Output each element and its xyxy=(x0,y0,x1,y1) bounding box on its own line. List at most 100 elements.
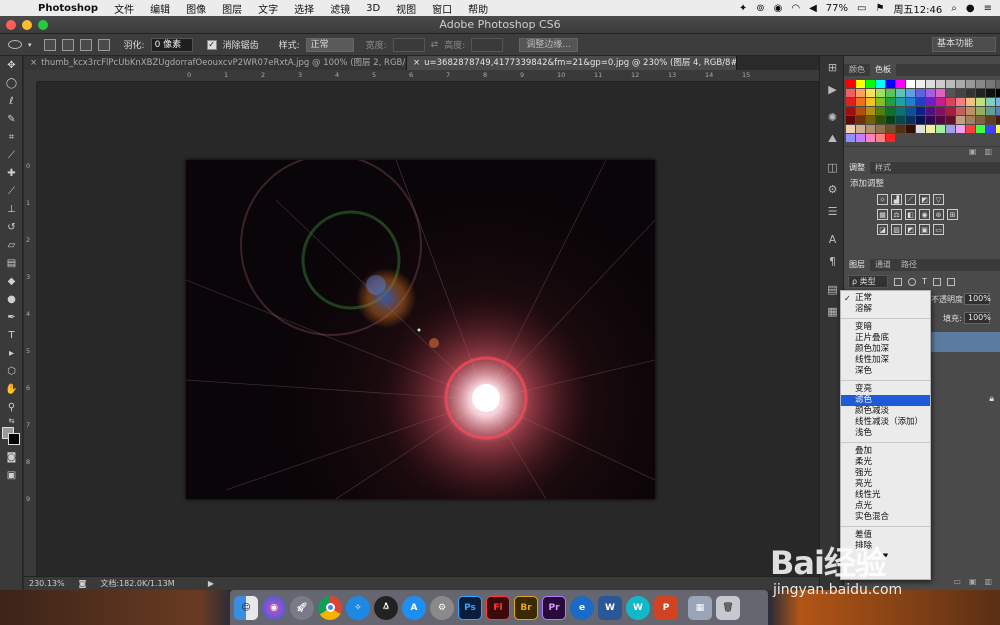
color-swatch[interactable] xyxy=(996,98,1000,106)
ruler-horizontal[interactable]: 0 1 2 3 4 5 6 7 8 9 10 11 12 13 14 15 xyxy=(37,70,819,82)
color-swatch[interactable] xyxy=(926,98,935,106)
brush-panel-icon[interactable]: ✺ xyxy=(820,106,845,128)
menu-list-icon[interactable]: ≡ xyxy=(984,3,992,14)
status-info-icon[interactable]: ◙ xyxy=(79,579,87,588)
gradient-tool-icon[interactable]: ▤ xyxy=(0,254,23,272)
color-swatch[interactable] xyxy=(986,107,995,115)
blend-dissolve[interactable]: 溶解 xyxy=(841,304,930,315)
color-swatch[interactable] xyxy=(886,134,895,142)
color-swatch[interactable] xyxy=(946,89,955,97)
blend-overlay[interactable]: 叠加 xyxy=(841,446,930,457)
levels-icon[interactable]: ▟ xyxy=(891,194,902,205)
clone-source-icon[interactable]: ⛰ xyxy=(820,128,845,150)
color-swatch[interactable] xyxy=(856,80,865,88)
color-swatch[interactable] xyxy=(956,107,965,115)
menu-edit[interactable]: 编辑 xyxy=(142,1,178,16)
color-swatch[interactable] xyxy=(846,98,855,106)
color-swatch[interactable] xyxy=(926,107,935,115)
color-swatches[interactable] xyxy=(0,426,22,448)
color-swatch[interactable] xyxy=(876,98,885,106)
canvas-area[interactable] xyxy=(37,82,819,576)
photo-filter-icon[interactable]: ◉ xyxy=(919,209,930,220)
delete-layer-icon[interactable]: ▥ xyxy=(984,577,992,589)
word-icon[interactable]: W xyxy=(598,595,622,620)
paragraph-panel-icon[interactable]: ¶ xyxy=(820,250,845,272)
color-swatch[interactable] xyxy=(986,125,995,133)
smart-filter-icon[interactable] xyxy=(946,277,955,286)
eye-icon[interactable]: ◉ xyxy=(774,3,783,14)
color-swatch[interactable] xyxy=(976,98,985,106)
crop-tool-icon[interactable]: ⌗ xyxy=(0,128,23,146)
color-swatch[interactable] xyxy=(846,80,855,88)
launchpad-icon[interactable]: 🚀︎ xyxy=(290,595,314,620)
color-swatch[interactable] xyxy=(946,98,955,106)
blend-linear-burn[interactable]: 线性加深 xyxy=(841,355,930,366)
menu-3d[interactable]: 3D xyxy=(358,3,388,14)
move-tool-icon[interactable]: ✥ xyxy=(0,56,23,74)
finder-icon[interactable]: ☺ xyxy=(234,595,258,620)
opacity-input[interactable]: 100% xyxy=(964,293,991,305)
background-color[interactable] xyxy=(8,433,20,445)
eyedropper-tool-icon[interactable]: ⟋ xyxy=(0,146,23,164)
black-white-icon[interactable]: ◧ xyxy=(905,209,916,220)
swatch-grid[interactable] xyxy=(844,76,1000,146)
menu-window[interactable]: 窗口 xyxy=(424,1,460,16)
color-swatch[interactable] xyxy=(916,98,925,106)
feather-input[interactable]: 0 像素 xyxy=(150,37,193,52)
color-swatch[interactable] xyxy=(896,107,905,115)
minimize-window-button[interactable] xyxy=(22,20,32,30)
color-swatch[interactable] xyxy=(906,125,915,133)
color-swatch[interactable] xyxy=(946,80,955,88)
style-select[interactable]: 正常 xyxy=(305,37,354,52)
blur-tool-icon[interactable]: ◆ xyxy=(0,272,23,290)
color-swatch[interactable] xyxy=(976,107,985,115)
layer-row[interactable] xyxy=(931,354,1000,374)
menu-layer[interactable]: 图层 xyxy=(214,1,250,16)
add-selection-icon[interactable] xyxy=(61,38,74,51)
blend-darker-color[interactable]: 深色 xyxy=(841,366,930,377)
layer-row-active[interactable] xyxy=(931,332,1000,352)
ruler-origin[interactable] xyxy=(24,70,37,82)
bridge-dock-icon[interactable]: Br xyxy=(514,595,538,620)
lasso-tool-icon[interactable]: ℓ xyxy=(0,92,23,110)
qq-icon[interactable]: 🐧︎ xyxy=(374,595,398,620)
color-swatch[interactable] xyxy=(846,107,855,115)
close-window-button[interactable] xyxy=(6,20,16,30)
color-swatch[interactable] xyxy=(966,116,975,124)
color-swatch[interactable] xyxy=(936,107,945,115)
color-swatch[interactable] xyxy=(876,125,885,133)
color-swatch[interactable] xyxy=(906,98,915,106)
color-swatch[interactable] xyxy=(966,89,975,97)
app-store-icon[interactable]: A xyxy=(402,595,426,620)
blend-screen[interactable]: 滤色 xyxy=(841,395,930,406)
path-select-tool-icon[interactable]: ▸ xyxy=(0,344,23,362)
color-swatch[interactable] xyxy=(866,80,875,88)
tab-swatches[interactable]: 色板 xyxy=(870,64,896,76)
color-swatch[interactable] xyxy=(876,80,885,88)
blend-pin-light[interactable]: 点光 xyxy=(841,501,930,512)
tool-presets-icon[interactable]: ☰ xyxy=(820,200,845,222)
color-swatch[interactable] xyxy=(936,98,945,106)
layer-row-background[interactable]: 🔒︎ xyxy=(931,390,1000,410)
safari-icon[interactable]: ✧ xyxy=(346,595,370,620)
trash-icon[interactable]: ▥ xyxy=(984,147,992,158)
menu-file[interactable]: 文件 xyxy=(106,1,142,16)
color-swatch[interactable] xyxy=(976,116,985,124)
color-swatch[interactable] xyxy=(916,125,925,133)
curves-icon[interactable]: ⟋ xyxy=(905,194,916,205)
color-swatch[interactable] xyxy=(926,125,935,133)
pen-tool-icon[interactable]: ✒ xyxy=(0,308,23,326)
invert-icon[interactable]: ◪ xyxy=(877,224,888,235)
intersect-selection-icon[interactable] xyxy=(97,38,110,51)
color-swatch[interactable] xyxy=(966,125,975,133)
color-swatch[interactable] xyxy=(866,89,875,97)
brightness-icon[interactable]: ☼ xyxy=(877,194,888,205)
blend-normal[interactable]: ✓ 正常 xyxy=(841,293,930,304)
blend-lighten[interactable]: 变亮 xyxy=(841,384,930,395)
color-swatch[interactable] xyxy=(886,125,895,133)
pixel-filter-icon[interactable] xyxy=(894,277,902,286)
color-swatch[interactable] xyxy=(916,80,925,88)
hue-saturation-icon[interactable]: ▦ xyxy=(877,209,888,220)
color-swatch[interactable] xyxy=(866,107,875,115)
color-swatch[interactable] xyxy=(896,98,905,106)
